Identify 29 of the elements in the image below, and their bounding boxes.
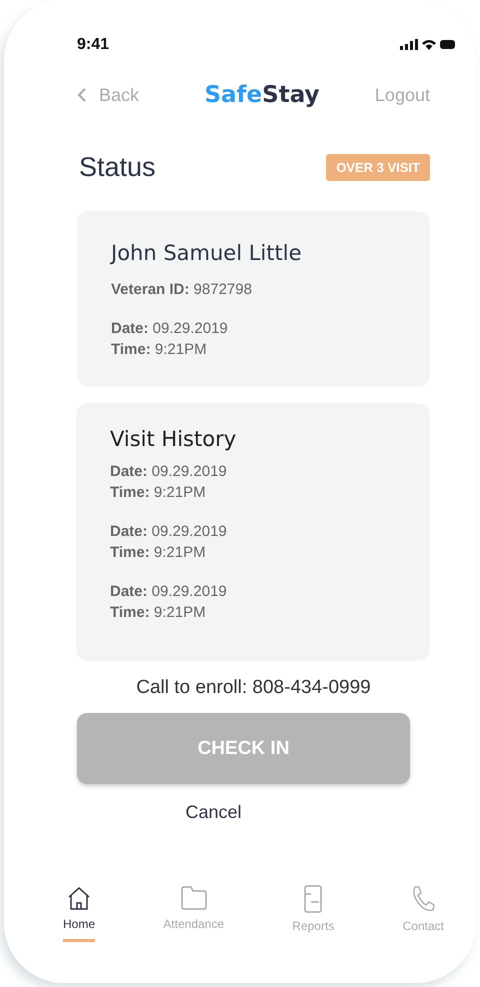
cancel-link[interactable]: Cancel [185,802,242,823]
status-time: 9:41 [77,36,110,54]
tab-item[interactable]: Contact [402,885,444,942]
visit-time: Time: 9:21PM [110,483,207,503]
visit-date: Date: 09.29.2019 [110,582,228,602]
visit-time: Time: 9:21PM [110,543,207,563]
logout-link[interactable]: Logout [374,84,430,106]
veteran-id: Veteran ID: 9872798 [111,280,253,300]
person-name: John Samuel Little [111,241,302,265]
visit-time: Time: 9:21PM [110,603,207,623]
tab-item[interactable]: Home [63,885,96,942]
logo: SafeStay [204,82,320,108]
chevron-left-icon [77,88,87,102]
phone-icon [410,885,436,913]
visit-date: Date: 09.29.2019 [110,462,228,482]
status-icons [400,38,456,52]
visit-time: Time: 9:21PM [111,340,208,360]
enroll-text: Call to enroll: 808-434-0999 [135,677,372,699]
back-link[interactable]: Back [77,84,140,106]
page-title: Status [79,152,156,183]
tab-item[interactable]: Attendance [163,885,224,942]
house-icon [66,885,92,911]
tab-item[interactable]: Reports [292,885,334,942]
visit-date: Date: 09.29.2019 [110,522,228,542]
visit-date: Date: 09.29.2019 [111,319,229,339]
folder-icon [180,885,208,911]
section-title: Visit History [110,427,238,451]
document-icon [303,885,324,913]
visit-badge: OVER 3 VISIT [326,154,430,181]
